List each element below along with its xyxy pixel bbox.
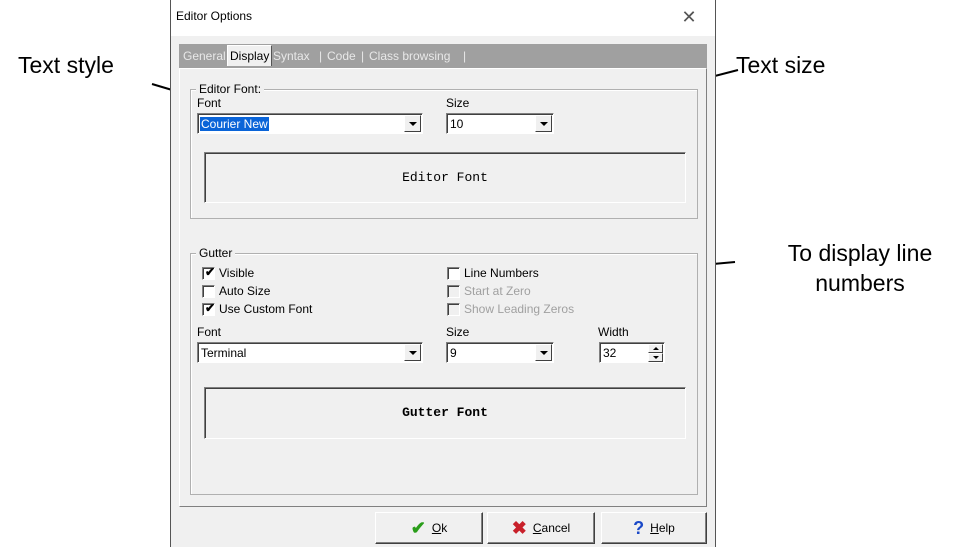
editor-font-preview: Editor Font	[204, 152, 686, 203]
chevron-down-icon[interactable]	[535, 344, 552, 361]
gutter-group-label: Gutter	[196, 246, 236, 260]
ok-button-label: Ok	[431, 521, 448, 535]
cross-icon: ✖	[511, 518, 527, 538]
editor-size-select[interactable]: 10	[446, 113, 554, 134]
chevron-down-icon[interactable]	[404, 115, 421, 132]
cancel-button-label: Cancel	[532, 521, 571, 535]
show-leading-zeros-checkbox[interactable]	[447, 303, 460, 316]
gutter-font-preview-text: Gutter Font	[402, 405, 488, 420]
check-icon: ✔	[205, 301, 216, 315]
gutter-font-label: Font	[197, 325, 222, 339]
title-bar[interactable]: Editor Options ✕	[171, 0, 715, 36]
dialog-body: General Display Syntax | Code | Class br…	[171, 36, 715, 547]
display-tab-page: Editor Font: Font Courier New Size 10 Ed…	[179, 68, 707, 507]
auto-size-checkbox[interactable]	[202, 285, 215, 298]
cancel-button[interactable]: ✖ Cancel	[487, 512, 595, 544]
tab-code[interactable]: Code	[327, 47, 356, 65]
visible-label: Visible	[219, 266, 255, 280]
visible-checkbox[interactable]: ✔	[202, 265, 216, 280]
gutter-size-label: Size	[446, 325, 470, 339]
gutter-size-value: 9	[450, 346, 457, 360]
tab-class-browsing[interactable]: Class browsing	[369, 47, 450, 65]
checkmark-icon: ✔	[410, 518, 426, 538]
tab-separator: |	[361, 49, 365, 63]
start-at-zero-checkbox[interactable]	[447, 285, 460, 298]
check-icon: ✔	[205, 265, 216, 279]
spin-up-icon[interactable]	[648, 344, 663, 353]
tab-general[interactable]: General	[183, 47, 226, 65]
line-numbers-label: Line Numbers	[464, 266, 539, 280]
tab-display[interactable]: Display	[227, 45, 273, 66]
help-button[interactable]: ? Help	[601, 512, 707, 544]
gutter-font-value: Terminal	[201, 346, 247, 360]
line-numbers-checkbox[interactable]	[447, 267, 460, 280]
tab-strip: General Display Syntax | Code | Class br…	[179, 44, 707, 68]
ok-button[interactable]: ✔ Ok	[375, 512, 483, 544]
editor-font-value: Courier New	[200, 117, 269, 131]
editor-size-label: Size	[446, 96, 470, 110]
tab-separator: |	[319, 49, 323, 63]
chevron-down-icon[interactable]	[535, 115, 552, 132]
editor-options-dialog: Editor Options ✕ General Display Syntax …	[170, 0, 716, 547]
start-at-zero-label: Start at Zero	[464, 284, 531, 298]
spin-down-icon[interactable]	[648, 353, 663, 362]
editor-size-value: 10	[450, 117, 464, 131]
show-leading-zeros-label: Show Leading Zeros	[464, 302, 575, 316]
help-button-label: Help	[650, 521, 675, 535]
auto-size-label: Auto Size	[219, 284, 271, 298]
gutter-width-spinner[interactable]: 32	[599, 342, 665, 363]
use-custom-font-checkbox[interactable]: ✔	[202, 301, 216, 316]
gutter-width-label: Width	[598, 325, 629, 339]
gutter-font-preview: Gutter Font	[204, 387, 686, 439]
use-custom-font-label: Use Custom Font	[219, 302, 313, 316]
editor-font-label: Font	[197, 96, 222, 110]
editor-font-group-label: Editor Font:	[196, 82, 265, 96]
close-icon[interactable]: ✕	[674, 4, 704, 30]
tab-separator: |	[463, 49, 467, 63]
gutter-font-select[interactable]: Terminal	[197, 342, 423, 363]
gutter-width-value: 32	[603, 346, 617, 360]
help-icon: ?	[633, 518, 645, 538]
dialog-title: Editor Options	[176, 9, 253, 23]
editor-font-preview-text: Editor Font	[402, 170, 488, 185]
editor-font-select[interactable]: Courier New	[197, 113, 423, 134]
chevron-down-icon[interactable]	[404, 344, 421, 361]
tab-syntax[interactable]: Syntax	[273, 47, 310, 65]
gutter-size-select[interactable]: 9	[446, 342, 554, 363]
